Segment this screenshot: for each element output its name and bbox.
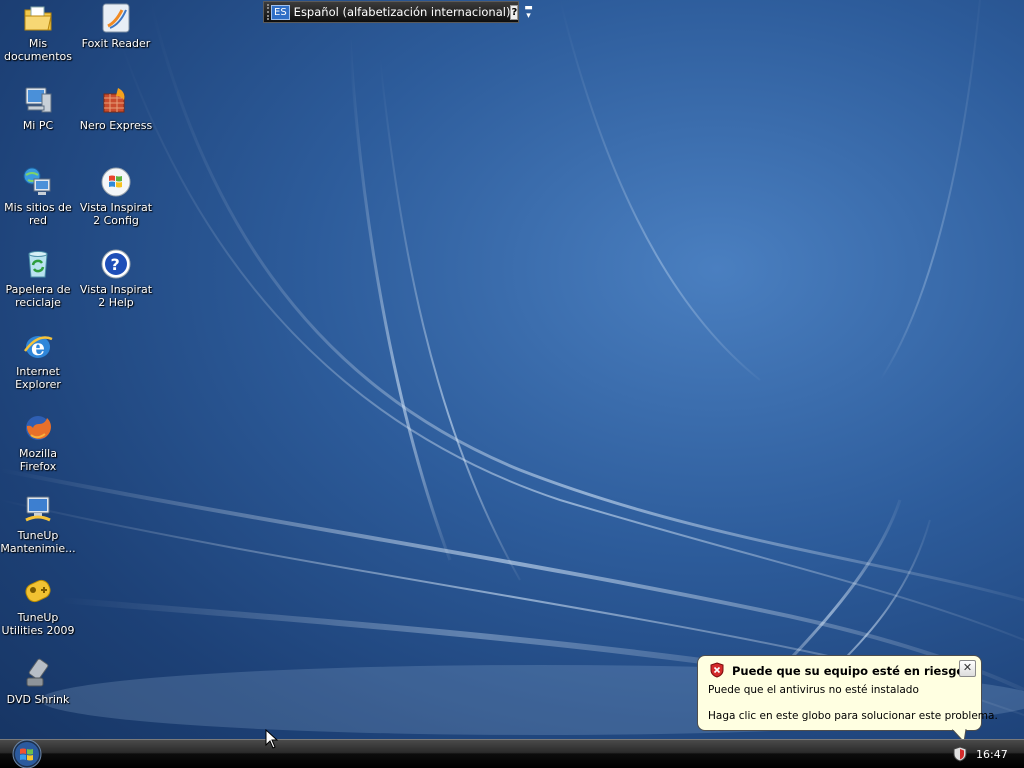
grip-handle[interactable] (267, 4, 269, 20)
security-center-icon[interactable] (952, 746, 968, 762)
desktop-icon-label: Vista Inspirat 2 Help (79, 283, 153, 309)
desktop-icon-vista-inspirat-config[interactable]: Vista Inspirat 2 Config (78, 166, 154, 227)
desktop-icon-tuneup-utilities-2009[interactable]: TuneUp Utilities 2009 (0, 576, 76, 637)
desktop-icon-mis-sitios-de-red[interactable]: Mis sitios de red (0, 166, 76, 227)
balloon-title: Puede que su equipo esté en riesgo (732, 664, 965, 678)
help-button[interactable]: ? (510, 4, 519, 20)
balloon-message: Puede que el antivirus no esté instalado (708, 684, 919, 696)
network-icon (23, 167, 51, 195)
desktop-icon-label: Mis documentos (4, 37, 72, 63)
language-code-badge[interactable]: ES (271, 4, 290, 20)
desktop-icon-label: Mis sitios de red (4, 201, 72, 227)
desktop-icon-label: TuneUp Utilities 2009 (1, 611, 75, 637)
security-alert-balloon[interactable]: Puede que su equipo esté en riesgo Puede… (697, 655, 998, 731)
desktop-icon-papelera-de-reciclaje[interactable]: Papelera de reciclaje (0, 248, 76, 309)
desktop-icon-label: Internet Explorer (15, 365, 61, 391)
svg-text:?: ? (111, 255, 120, 274)
computer-icon (25, 87, 52, 113)
system-tray: 16:47 (944, 740, 1024, 768)
recycle-bin-icon (28, 251, 48, 278)
desktop-icon-internet-explorer[interactable]: e Internet Explorer (0, 330, 76, 391)
desktop-icon-nero-express[interactable]: Nero Express (78, 84, 154, 132)
desktop-icon-dvd-shrink[interactable]: DVD Shrink (0, 658, 76, 706)
balloon-action-text: Haga clic en este globo para solucionar … (708, 710, 998, 722)
tuneup-maintenance-icon (25, 496, 51, 522)
windows-logo-icon (101, 167, 131, 197)
options-arrow-icon[interactable]: ▬ ▾ (524, 4, 533, 21)
firefox-icon (26, 416, 51, 440)
close-button[interactable]: ✕ (959, 660, 976, 677)
desktop-icon-label: Nero Express (79, 119, 153, 132)
desktop-icon-label: Foxit Reader (81, 37, 151, 50)
desktop-icon-label: Mi PC (22, 119, 54, 132)
folder-documents-icon (24, 6, 52, 31)
desktop-icon-tuneup-mantenimiento[interactable]: TuneUp Mantenimie... (0, 494, 76, 555)
clock[interactable]: 16:47 (976, 748, 1008, 761)
taskbar: 16:47 (0, 739, 1024, 768)
disc-burner-icon (103, 88, 125, 113)
security-shield-icon (710, 662, 724, 678)
desktop-icon-label: Vista Inspirat 2 Config (79, 201, 153, 227)
start-button[interactable] (7, 737, 47, 768)
mouse-cursor-icon (265, 729, 279, 749)
help-icon: ? (101, 249, 131, 279)
language-name[interactable]: Español (alfabetización internacional) (294, 5, 511, 19)
dvd-shrink-icon (26, 658, 49, 687)
desktop-icon-label: Mozilla Firefox (19, 447, 57, 473)
desktop-icon-mozilla-firefox[interactable]: Mozilla Firefox (0, 412, 76, 473)
tuneup-utilities-icon (25, 579, 51, 603)
internet-explorer-icon: e (23, 335, 53, 361)
desktop-icon-mis-documentos[interactable]: Mis documentos (0, 2, 76, 63)
desktop-icon-vista-inspirat-help[interactable]: ? Vista Inspirat 2 Help (78, 248, 154, 309)
desktop-icon-label: Papelera de reciclaje (5, 283, 71, 309)
desktop-icon-mi-pc[interactable]: Mi PC (0, 84, 76, 132)
desktop-icon-label: TuneUp Mantenimie... (0, 529, 76, 555)
desktop-icon-foxit-reader[interactable]: Foxit Reader (78, 2, 154, 50)
language-bar[interactable]: ES Español (alfabetización internacional… (263, 1, 533, 23)
pdf-reader-icon (102, 3, 130, 33)
desktop: Mis documentos Mi PC Mis sitios de red P… (0, 0, 1024, 768)
desktop-icon-label: DVD Shrink (6, 693, 70, 706)
